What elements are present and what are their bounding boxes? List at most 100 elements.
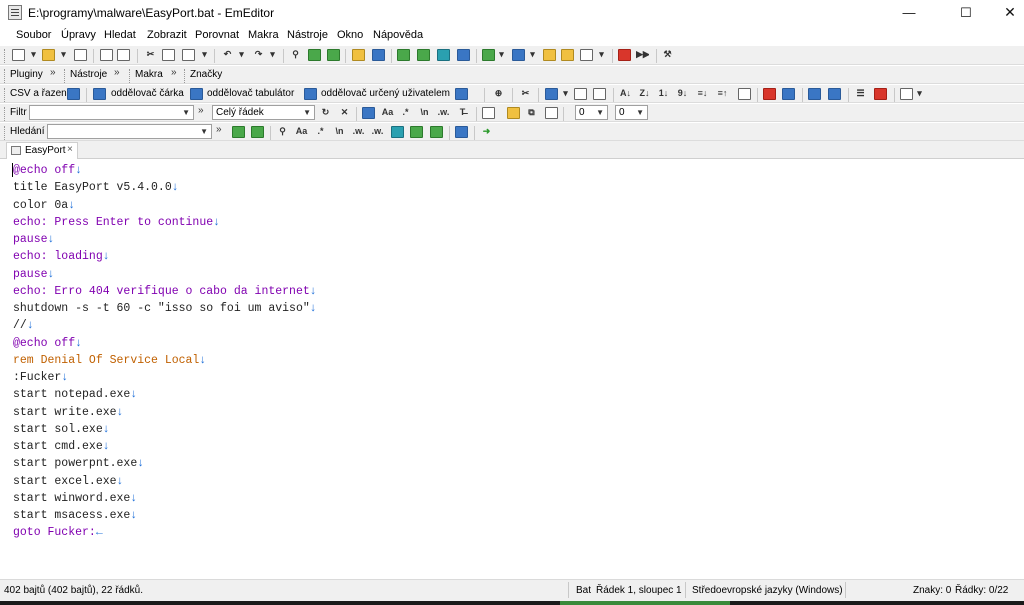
filter-chevron-icon[interactable]: » (198, 105, 204, 116)
configuration-icon[interactable] (561, 49, 574, 61)
document-icon[interactable] (482, 49, 495, 61)
code-line[interactable]: pause↓ (13, 266, 54, 283)
menu-window[interactable]: Okno (337, 29, 363, 41)
sort-length-icon[interactable]: ≡↓ (696, 88, 709, 100)
comma-separator-icon[interactable] (93, 88, 106, 100)
dropdown-arrow-icon[interactable]: ▾ (559, 88, 572, 100)
spell-check-icon[interactable] (763, 88, 776, 100)
find-previous-icon[interactable] (327, 49, 340, 61)
menu-edit[interactable]: Úpravy (61, 29, 96, 41)
menu-help[interactable]: Nápověda (373, 29, 423, 41)
filter-icon[interactable] (372, 49, 385, 61)
menu-compare[interactable]: Porovnat (195, 29, 239, 41)
print-preview-icon[interactable] (117, 49, 130, 61)
menu-search[interactable]: Hledat (104, 29, 136, 41)
code-line[interactable]: echo: loading↓ (13, 248, 110, 265)
search-wrap-icon[interactable] (391, 126, 404, 138)
user-separator-button[interactable]: oddělovač určený uživatelem (321, 88, 450, 99)
sort-options-icon[interactable] (738, 88, 751, 100)
open-folder-icon[interactable] (42, 49, 55, 61)
copy-icon[interactable] (162, 49, 175, 61)
chevron-down-icon[interactable]: ▼ (200, 125, 208, 138)
filter-input[interactable]: ▼ (29, 105, 194, 120)
chevron-down-icon[interactable]: ▼ (596, 106, 604, 119)
code-line[interactable]: title EasyPort v5.4.0.0↓ (13, 179, 179, 196)
filter-search-icon[interactable] (362, 107, 375, 119)
toolbar-grip[interactable] (129, 69, 133, 83)
whole-word-icon[interactable]: .w. (437, 107, 450, 119)
layout-icon[interactable] (900, 88, 913, 100)
column-right-icon[interactable] (593, 88, 606, 100)
print-icon[interactable] (100, 49, 113, 61)
code-line[interactable]: start msacess.exe↓ (13, 507, 137, 524)
dropdown-arrow-icon[interactable]: ▾ (913, 88, 926, 100)
window-list-icon[interactable] (580, 49, 593, 61)
app-icon[interactable] (8, 5, 22, 20)
filter-mode-select[interactable]: Celý řádek ▼ (212, 105, 315, 120)
close-button[interactable]: ✕ (987, 0, 1024, 25)
refresh-view-icon[interactable] (437, 49, 450, 61)
scissors-tool-icon[interactable]: ✂ (519, 88, 532, 100)
view-mode-2-icon[interactable] (417, 49, 430, 61)
maximize-button[interactable]: ☐ (943, 0, 989, 25)
context-after-select[interactable]: 0 ▼ (615, 105, 648, 120)
code-line[interactable]: rem Denial Of Service Local↓ (13, 352, 206, 369)
code-line[interactable]: start cmd.exe↓ (13, 438, 110, 455)
sort-numeric-desc-icon[interactable]: 9↓ (676, 88, 689, 100)
find-icon[interactable]: ⚲ (289, 49, 302, 61)
sort-length-desc-icon[interactable]: ≡↑ (716, 88, 729, 100)
sort-descending-icon[interactable]: Z↓ (638, 88, 651, 100)
view-mode-1-icon[interactable] (397, 49, 410, 61)
code-line[interactable]: //↓ (13, 317, 34, 334)
chevron-down-icon[interactable]: ▼ (303, 106, 311, 119)
code-line[interactable]: start excel.exe↓ (13, 473, 123, 490)
sort-ascending-icon[interactable]: A↓ (619, 88, 632, 100)
cut-icon[interactable]: ✂ (144, 49, 157, 61)
plugins-toolbar-label[interactable]: Pluginy (10, 69, 43, 80)
search-input[interactable]: ▼ (47, 124, 212, 139)
match-case-icon[interactable]: Aa (381, 107, 394, 119)
dropdown-arrow-icon[interactable]: ▾ (27, 49, 40, 61)
search-regex-icon[interactable]: .* (314, 126, 327, 138)
toolbar-grip[interactable] (4, 69, 8, 83)
code-line[interactable]: start powerpnt.exe↓ (13, 455, 144, 472)
macros-chevron-icon[interactable]: » (171, 67, 177, 78)
toolbar-grip[interactable] (64, 69, 68, 83)
file-type-status[interactable]: Bat (576, 585, 591, 596)
split-columns-icon[interactable] (808, 88, 821, 100)
view-mode-3-icon[interactable] (457, 49, 470, 61)
advanced-filter-icon[interactable] (545, 107, 558, 119)
refresh-icon[interactable]: ↻ (319, 107, 332, 119)
menu-tools[interactable]: Nástroje (287, 29, 328, 41)
search-next-icon[interactable] (232, 126, 245, 138)
find-next-icon[interactable] (308, 49, 321, 61)
code-line[interactable]: goto Fucker:← (13, 524, 103, 541)
crosshair-icon[interactable]: ⊕ (492, 88, 505, 100)
highlight-icon[interactable] (352, 49, 365, 61)
minimize-button[interactable]: — (886, 0, 932, 25)
encoding-status[interactable]: Středoevropské jazyky (Windows) (692, 585, 843, 596)
search-escape-icon[interactable]: \n (333, 126, 346, 138)
chevron-down-icon[interactable]: ▼ (636, 106, 644, 119)
tools-icon[interactable]: ⚒ (661, 49, 674, 61)
search-whole-word-2-icon[interactable]: .w. (371, 126, 384, 138)
code-line[interactable]: start notepad.exe↓ (13, 386, 137, 403)
toolbar-grip[interactable] (4, 88, 8, 102)
search-whole-word-icon[interactable]: .w. (352, 126, 365, 138)
stop-macro-icon[interactable] (618, 49, 631, 61)
dropdown-arrow-icon[interactable]: ▾ (266, 49, 279, 61)
new-file-icon[interactable] (12, 49, 25, 61)
code-line[interactable]: echo: Erro 404 verifique o cabo da inter… (13, 283, 317, 300)
search-previous-icon[interactable] (251, 126, 264, 138)
chevron-down-icon[interactable]: ▼ (182, 106, 190, 119)
code-line[interactable]: start sol.exe↓ (13, 421, 110, 438)
lock-icon[interactable] (507, 107, 520, 119)
tools-chevron-icon[interactable]: » (114, 67, 120, 78)
undo-icon[interactable]: ↶ (221, 49, 234, 61)
filter-options-icon[interactable] (482, 107, 495, 119)
plugins-chevron-icon[interactable]: » (50, 67, 56, 78)
dropdown-arrow-icon[interactable]: ▾ (595, 49, 608, 61)
toolbar-grip[interactable] (4, 107, 8, 121)
column-left-icon[interactable] (574, 88, 587, 100)
dropdown-arrow-icon[interactable]: ▾ (198, 49, 211, 61)
